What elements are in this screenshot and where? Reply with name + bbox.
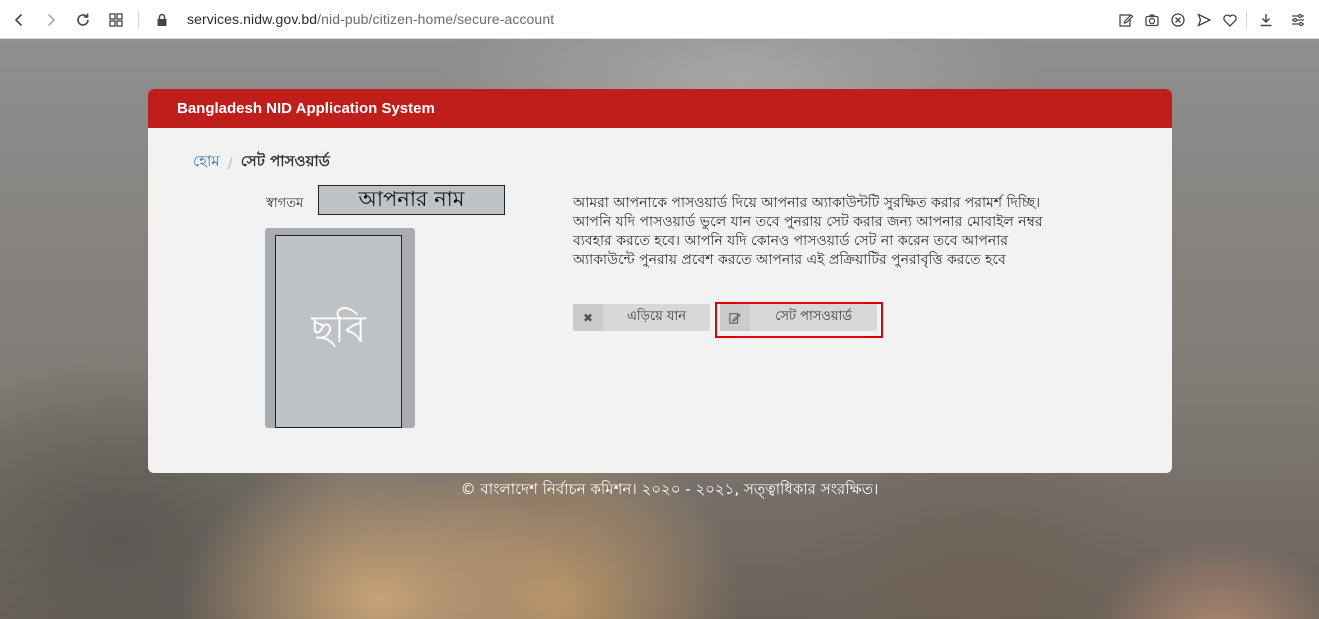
profile-photo-placeholder: ছবি bbox=[275, 235, 402, 428]
welcome-label: স্বাগতম bbox=[266, 196, 304, 211]
heart-icon[interactable] bbox=[1219, 0, 1241, 39]
secure-account-message: আমরা আপনাকে পাসওয়ার্ড দিয়ে আপনার অ্যাক… bbox=[573, 195, 1043, 268]
photo-placeholder-text: ছবি bbox=[310, 306, 367, 351]
edit-page-icon[interactable] bbox=[1115, 0, 1137, 39]
skip-button-label: এড়িয়ে যান bbox=[627, 309, 686, 324]
url-path: /nid-pub/citizen-home/secure-account bbox=[317, 11, 555, 27]
breadcrumb-separator: / bbox=[227, 153, 233, 172]
user-name-text: আপনার নাম bbox=[358, 186, 465, 211]
lock-icon bbox=[151, 0, 173, 39]
breadcrumb: হোম / সেট পাসওয়ার্ড bbox=[193, 150, 330, 175]
footer-copyright: © বাংলাদেশ নির্বাচন কমিশন। ২০২০ - ২০২১, … bbox=[460, 480, 879, 498]
settings-icon[interactable] bbox=[1287, 0, 1309, 39]
page-background: Bangladesh NID Application System হোম / … bbox=[0, 39, 1319, 619]
reload-icon[interactable] bbox=[72, 0, 94, 39]
forward-icon[interactable] bbox=[40, 0, 62, 39]
set-password-highlight-box bbox=[715, 302, 883, 338]
address-bar[interactable]: services.nidw.gov.bd/nid-pub/citizen-hom… bbox=[187, 11, 554, 27]
skip-button[interactable]: ✖ এড়িয়ে যান bbox=[573, 304, 710, 331]
tabs-grid-icon[interactable] bbox=[105, 0, 127, 39]
block-icon[interactable] bbox=[1167, 0, 1189, 39]
close-icon: ✖ bbox=[573, 304, 603, 331]
user-name-placeholder: আপনার নাম bbox=[318, 185, 505, 215]
main-card: Bangladesh NID Application System হোম / … bbox=[148, 89, 1172, 473]
breadcrumb-current: সেট পাসওয়ার্ড bbox=[240, 152, 330, 170]
download-icon[interactable] bbox=[1255, 0, 1277, 39]
profile-photo-frame: ছবি bbox=[265, 228, 415, 428]
back-icon[interactable] bbox=[8, 0, 30, 39]
send-icon[interactable] bbox=[1193, 0, 1215, 39]
camera-icon[interactable] bbox=[1141, 0, 1163, 39]
app-title: Bangladesh NID Application System bbox=[177, 100, 435, 117]
card-header: Bangladesh NID Application System bbox=[148, 89, 1172, 128]
url-host: services.nidw.gov.bd bbox=[187, 11, 318, 27]
browser-toolbar: services.nidw.gov.bd/nid-pub/citizen-hom… bbox=[0, 0, 1319, 39]
breadcrumb-home-link[interactable]: হোম bbox=[193, 150, 220, 175]
